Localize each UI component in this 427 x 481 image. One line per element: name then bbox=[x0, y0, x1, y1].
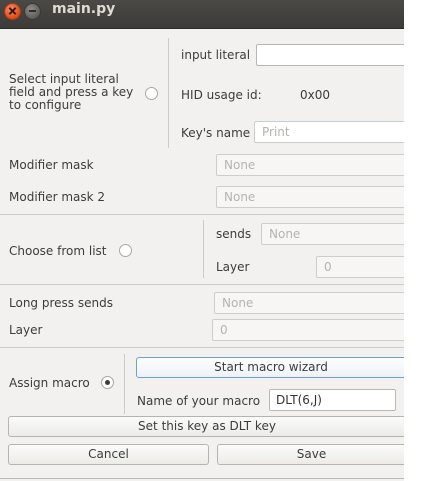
modifier-mask-label: Modifier mask bbox=[9, 158, 94, 172]
section-divider bbox=[0, 284, 404, 285]
section-divider bbox=[0, 214, 404, 215]
macro-name-field[interactable]: DLT(6,J) bbox=[269, 389, 396, 411]
select-input-radio[interactable] bbox=[145, 87, 158, 100]
assign-macro-label: Assign macro bbox=[9, 376, 90, 390]
window-bottom-border bbox=[0, 478, 404, 479]
modifier-mask-2-label: Modifier mask 2 bbox=[9, 190, 106, 204]
main-window: main.py Select input literal field and p… bbox=[0, 0, 404, 481]
select-input-instruction: Select input literal field and press a k… bbox=[9, 72, 134, 112]
sends-select[interactable]: None bbox=[261, 223, 404, 245]
long-press-select[interactable]: None bbox=[214, 292, 404, 314]
modifier-mask-2-select[interactable]: None bbox=[216, 186, 404, 208]
vertical-divider bbox=[168, 38, 169, 148]
title-bar: main.py bbox=[0, 0, 404, 29]
hid-usage-value: 0x00 bbox=[300, 88, 331, 102]
minimize-icon[interactable] bbox=[24, 3, 41, 20]
long-press-label: Long press sends bbox=[9, 296, 113, 310]
choose-from-list-label: Choose from list bbox=[9, 244, 107, 258]
close-icon[interactable] bbox=[4, 3, 21, 20]
vertical-divider bbox=[124, 354, 125, 414]
vertical-divider bbox=[203, 220, 204, 278]
key-name-label: Key's name bbox=[181, 126, 251, 140]
long-press-layer-spin[interactable]: 0 bbox=[212, 319, 404, 341]
section-divider bbox=[0, 347, 404, 348]
choose-from-list-radio[interactable] bbox=[119, 244, 132, 257]
choose-layer-label: Layer bbox=[216, 260, 250, 274]
set-dlt-key-button[interactable]: Set this key as DLT key bbox=[8, 416, 404, 437]
start-macro-wizard-button[interactable]: Start macro wizard bbox=[136, 357, 404, 378]
assign-macro-radio[interactable] bbox=[101, 376, 114, 389]
key-name-field[interactable]: Print bbox=[254, 121, 404, 143]
sends-label: sends bbox=[216, 227, 252, 241]
save-button[interactable]: Save bbox=[217, 444, 404, 465]
cancel-button[interactable]: Cancel bbox=[8, 444, 209, 465]
modifier-mask-select[interactable]: None bbox=[216, 154, 404, 176]
long-press-layer-label: Layer bbox=[9, 323, 43, 337]
input-literal-label: input literal bbox=[181, 48, 251, 62]
input-literal-field[interactable] bbox=[256, 44, 404, 66]
choose-layer-spin[interactable]: 0 bbox=[316, 256, 404, 278]
macro-name-label: Name of your macro bbox=[137, 394, 261, 408]
window-title: main.py bbox=[52, 1, 116, 17]
hid-usage-label: HID usage id: bbox=[181, 88, 262, 102]
